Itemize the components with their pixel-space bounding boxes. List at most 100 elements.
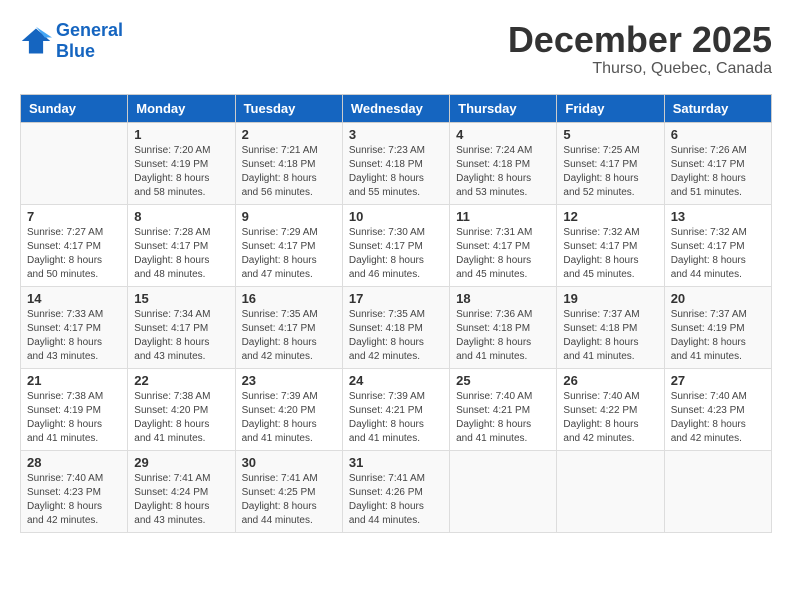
calendar-day: 4 Sunrise: 7:24 AMSunset: 4:18 PMDaylight… [450,122,557,204]
weekday-header-friday: Friday [557,94,664,122]
logo-text: General Blue [56,20,123,62]
day-number: 25 [456,373,550,388]
weekday-header-tuesday: Tuesday [235,94,342,122]
day-detail: Sunrise: 7:27 AMSunset: 4:17 PMDaylight:… [27,226,121,282]
day-detail: Sunrise: 7:35 AMSunset: 4:17 PMDaylight:… [242,308,336,364]
day-detail: Sunrise: 7:39 AMSunset: 4:20 PMDaylight:… [242,390,336,446]
day-number: 9 [242,209,336,224]
day-number: 18 [456,291,550,306]
day-detail: Sunrise: 7:34 AMSunset: 4:17 PMDaylight:… [134,308,228,364]
calendar-day: 31 Sunrise: 7:41 AMSunset: 4:26 PMDayligh… [342,450,449,532]
calendar-week-5: 28 Sunrise: 7:40 AMSunset: 4:23 PMDayligh… [21,450,772,532]
calendar-day: 26 Sunrise: 7:40 AMSunset: 4:22 PMDayligh… [557,368,664,450]
calendar-day: 12Sunrise: 7:32 AMSunset: 4:17 PMDayligh… [557,204,664,286]
weekday-header-wednesday: Wednesday [342,94,449,122]
calendar-table: SundayMondayTuesdayWednesdayThursdayFrid… [20,94,772,533]
calendar-day: 9 Sunrise: 7:29 AMSunset: 4:17 PMDaylight… [235,204,342,286]
calendar-day: 10 Sunrise: 7:30 AMSunset: 4:17 PMDayligh… [342,204,449,286]
day-detail: Sunrise: 7:35 AMSunset: 4:18 PMDaylight:… [349,308,443,364]
day-detail: Sunrise: 7:33 AMSunset: 4:17 PMDaylight:… [27,308,121,364]
calendar-day: 1 Sunrise: 7:20 AMSunset: 4:19 PMDaylight… [128,122,235,204]
calendar-day: 29Sunrise: 7:41 AMSunset: 4:24 PMDayligh… [128,450,235,532]
day-number: 17 [349,291,443,306]
calendar-day: 15Sunrise: 7:34 AMSunset: 4:17 PMDayligh… [128,286,235,368]
day-number: 10 [349,209,443,224]
day-number: 4 [456,127,550,142]
calendar-day: 27 Sunrise: 7:40 AMSunset: 4:23 PMDayligh… [664,368,771,450]
day-detail: Sunrise: 7:26 AMSunset: 4:17 PMDaylight:… [671,144,765,200]
day-detail: Sunrise: 7:39 AMSunset: 4:21 PMDaylight:… [349,390,443,446]
day-detail: Sunrise: 7:40 AMSunset: 4:23 PMDaylight:… [671,390,765,446]
title-block: December 2025 Thurso, Quebec, Canada [508,20,772,78]
day-detail: Sunrise: 7:32 AMSunset: 4:17 PMDaylight:… [563,226,657,282]
day-number: 6 [671,127,765,142]
calendar-day: 14 Sunrise: 7:33 AMSunset: 4:17 PMDayligh… [21,286,128,368]
day-number: 19 [563,291,657,306]
day-number: 14 [27,291,121,306]
day-number: 21 [27,373,121,388]
day-detail: Sunrise: 7:41 AMSunset: 4:26 PMDaylight:… [349,472,443,528]
day-detail: Sunrise: 7:24 AMSunset: 4:18 PMDaylight:… [456,144,550,200]
day-number: 24 [349,373,443,388]
logo: General Blue [20,20,123,62]
day-number: 1 [134,127,228,142]
calendar-day: 30Sunrise: 7:41 AMSunset: 4:25 PMDayligh… [235,450,342,532]
day-number: 27 [671,373,765,388]
calendar-day: 3 Sunrise: 7:23 AMSunset: 4:18 PMDaylight… [342,122,449,204]
day-number: 2 [242,127,336,142]
day-number: 8 [134,209,228,224]
day-detail: Sunrise: 7:38 AMSunset: 4:20 PMDaylight:… [134,390,228,446]
day-detail: Sunrise: 7:41 AMSunset: 4:25 PMDaylight:… [242,472,336,528]
calendar-day: 24 Sunrise: 7:39 AMSunset: 4:21 PMDayligh… [342,368,449,450]
calendar-day: 20Sunrise: 7:37 AMSunset: 4:19 PMDayligh… [664,286,771,368]
day-detail: Sunrise: 7:20 AMSunset: 4:19 PMDaylight:… [134,144,228,200]
calendar-day: 6 Sunrise: 7:26 AMSunset: 4:17 PMDaylight… [664,122,771,204]
day-number: 3 [349,127,443,142]
day-number: 26 [563,373,657,388]
calendar-header-row: SundayMondayTuesdayWednesdayThursdayFrid… [21,94,772,122]
calendar-day [557,450,664,532]
day-number: 11 [456,209,550,224]
day-detail: Sunrise: 7:37 AMSunset: 4:18 PMDaylight:… [563,308,657,364]
calendar-day: 13 Sunrise: 7:32 AMSunset: 4:17 PMDayligh… [664,204,771,286]
day-detail: Sunrise: 7:23 AMSunset: 4:18 PMDaylight:… [349,144,443,200]
calendar-day [450,450,557,532]
logo-icon [20,25,52,57]
calendar-week-3: 14 Sunrise: 7:33 AMSunset: 4:17 PMDayligh… [21,286,772,368]
day-number: 13 [671,209,765,224]
day-detail: Sunrise: 7:40 AMSunset: 4:23 PMDaylight:… [27,472,121,528]
calendar-day: 21Sunrise: 7:38 AMSunset: 4:19 PMDayligh… [21,368,128,450]
day-detail: Sunrise: 7:36 AMSunset: 4:18 PMDaylight:… [456,308,550,364]
day-detail: Sunrise: 7:25 AMSunset: 4:17 PMDaylight:… [563,144,657,200]
day-detail: Sunrise: 7:37 AMSunset: 4:19 PMDaylight:… [671,308,765,364]
day-number: 7 [27,209,121,224]
day-number: 22 [134,373,228,388]
location: Thurso, Quebec, Canada [508,60,772,78]
calendar-day: 16Sunrise: 7:35 AMSunset: 4:17 PMDayligh… [235,286,342,368]
calendar-day [21,122,128,204]
day-detail: Sunrise: 7:41 AMSunset: 4:24 PMDaylight:… [134,472,228,528]
day-detail: Sunrise: 7:30 AMSunset: 4:17 PMDaylight:… [349,226,443,282]
calendar-week-1: 1 Sunrise: 7:20 AMSunset: 4:19 PMDaylight… [21,122,772,204]
day-detail: Sunrise: 7:32 AMSunset: 4:17 PMDaylight:… [671,226,765,282]
calendar-week-2: 7 Sunrise: 7:27 AMSunset: 4:17 PMDaylight… [21,204,772,286]
day-detail: Sunrise: 7:28 AMSunset: 4:17 PMDaylight:… [134,226,228,282]
day-number: 31 [349,455,443,470]
page-header: General Blue December 2025 Thurso, Quebe… [20,20,772,78]
weekday-header-thursday: Thursday [450,94,557,122]
calendar-day: 5 Sunrise: 7:25 AMSunset: 4:17 PMDaylight… [557,122,664,204]
day-detail: Sunrise: 7:40 AMSunset: 4:22 PMDaylight:… [563,390,657,446]
calendar-day: 11 Sunrise: 7:31 AMSunset: 4:17 PMDayligh… [450,204,557,286]
day-number: 28 [27,455,121,470]
day-detail: Sunrise: 7:31 AMSunset: 4:17 PMDaylight:… [456,226,550,282]
calendar-day: 18 Sunrise: 7:36 AMSunset: 4:18 PMDayligh… [450,286,557,368]
day-number: 5 [563,127,657,142]
calendar-body: 1 Sunrise: 7:20 AMSunset: 4:19 PMDaylight… [21,122,772,532]
day-detail: Sunrise: 7:29 AMSunset: 4:17 PMDaylight:… [242,226,336,282]
calendar-day: 23Sunrise: 7:39 AMSunset: 4:20 PMDayligh… [235,368,342,450]
weekday-header-saturday: Saturday [664,94,771,122]
calendar-day: 2Sunrise: 7:21 AMSunset: 4:18 PMDaylight… [235,122,342,204]
weekday-header-sunday: Sunday [21,94,128,122]
calendar-day: 25Sunrise: 7:40 AMSunset: 4:21 PMDayligh… [450,368,557,450]
calendar-day: 17 Sunrise: 7:35 AMSunset: 4:18 PMDayligh… [342,286,449,368]
